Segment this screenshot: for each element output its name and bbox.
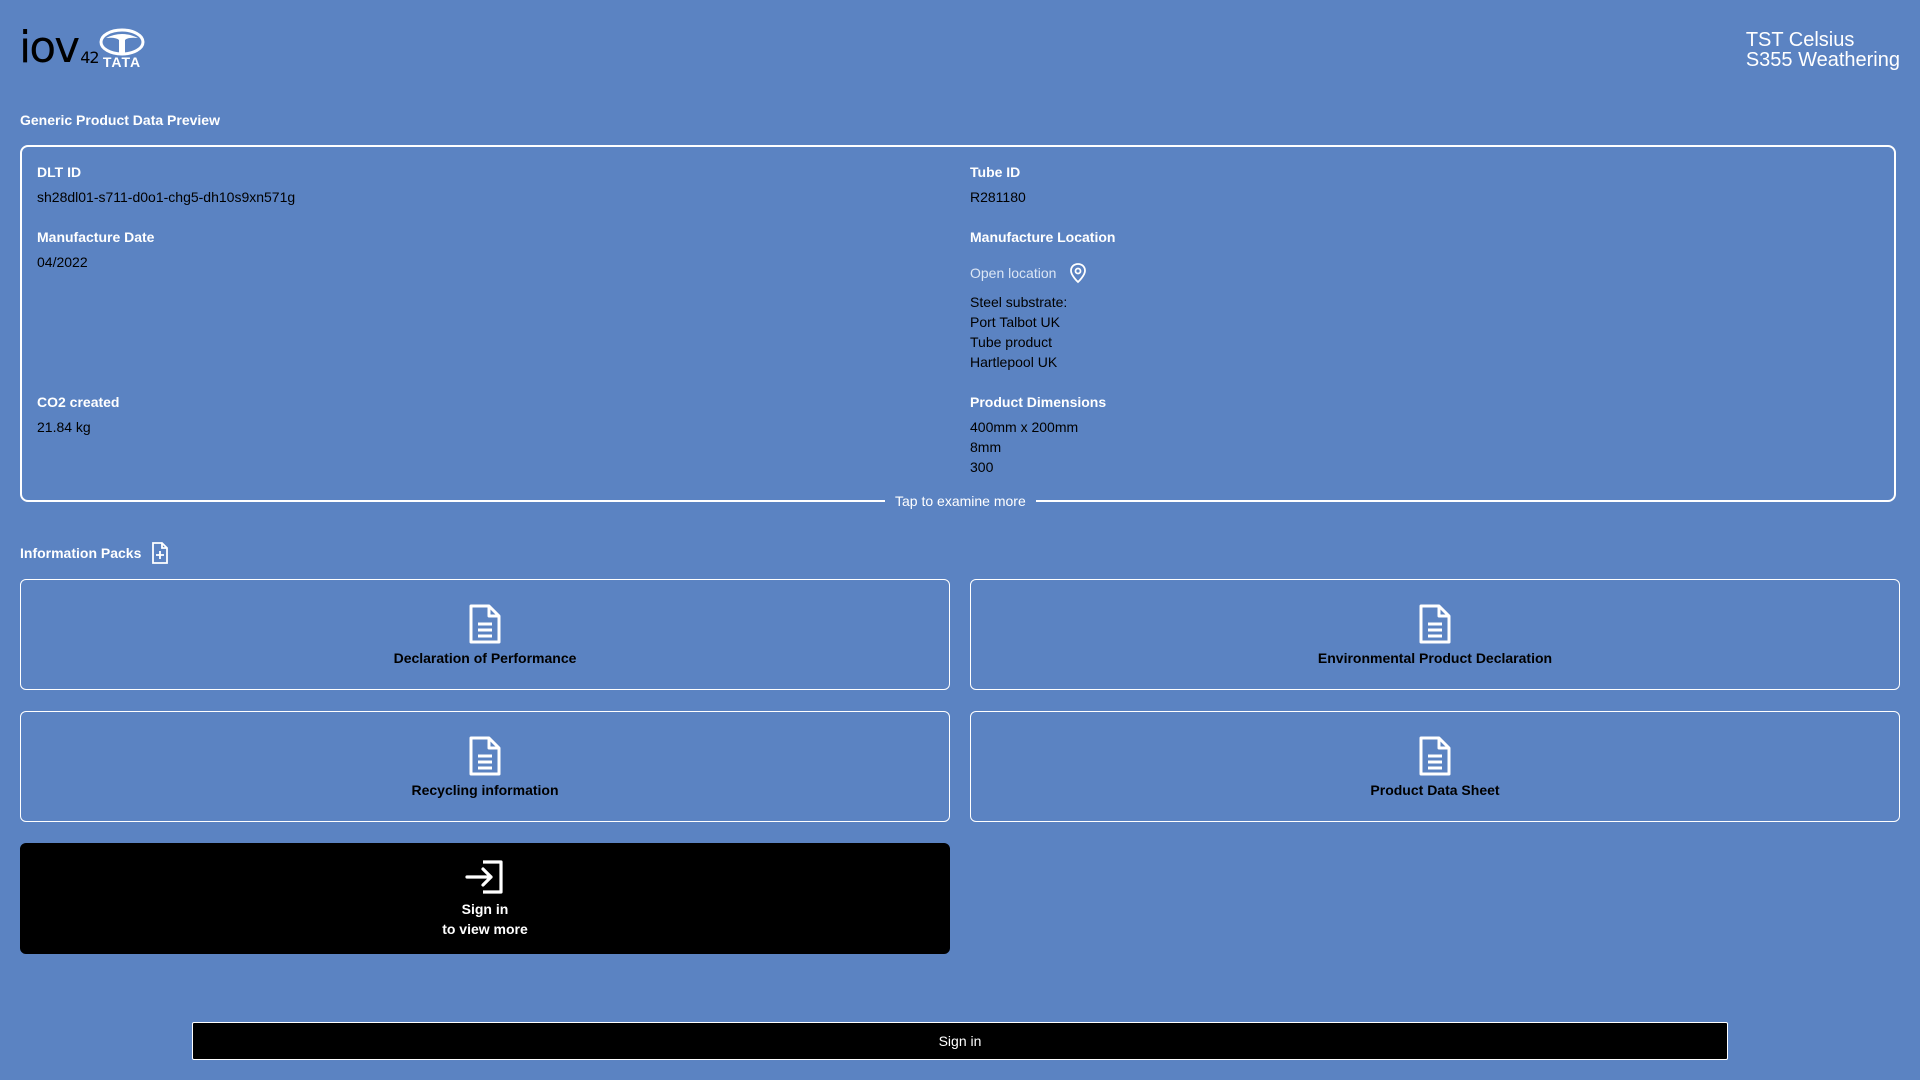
location-line: Steel substrate: <box>970 294 1068 310</box>
sign-in-card-label: Sign in to view more <box>442 899 528 939</box>
sign-in-button[interactable]: Sign in <box>192 1022 1728 1060</box>
dlt-id-label: DLT ID <box>37 164 82 180</box>
information-packs-header: Information Packs <box>20 542 169 564</box>
co2-value: 21.84 kg <box>37 419 91 435</box>
sign-in-to-view-more-card[interactable]: Sign in to view more <box>20 843 950 954</box>
pack-product-data-sheet[interactable]: Product Data Sheet <box>970 711 1900 822</box>
location-line: Tube product <box>970 334 1052 350</box>
open-location-link[interactable]: Open location <box>970 262 1088 284</box>
document-icon <box>469 604 501 643</box>
co2-label: CO2 created <box>37 394 120 410</box>
pack-environmental-product-declaration[interactable]: Environmental Product Declaration <box>970 579 1900 690</box>
tata-logo-text: TATA <box>102 54 142 70</box>
manufacture-location-label: Manufacture Location <box>970 229 1116 245</box>
manufacture-date-value: 04/2022 <box>37 254 88 270</box>
dimensions-label: Product Dimensions <box>970 394 1107 410</box>
document-icon <box>1419 604 1451 643</box>
document-icon <box>469 736 501 775</box>
pack-label: Recycling information <box>411 781 559 798</box>
tube-id-label: Tube ID <box>970 164 1021 180</box>
dimension-line: 8mm <box>970 439 1002 455</box>
login-icon <box>465 859 503 894</box>
sign-in-card-line1: Sign in <box>461 900 509 917</box>
dimension-line: 300 <box>970 459 994 475</box>
dlt-id-value: sh28dl01-s711-d0o1-chg5-dh10s9xn571g <box>37 189 296 205</box>
open-location-label: Open location <box>970 265 1057 281</box>
tap-to-examine-more[interactable]: Tap to examine more <box>885 493 1036 509</box>
pack-label: Declaration of Performance <box>393 649 577 666</box>
product-name-line2: S355 Weathering <box>1745 49 1900 71</box>
product-name: TST Celsius S355 Weathering <box>1746 30 1900 70</box>
pack-declaration-of-performance[interactable]: Declaration of Performance <box>20 579 950 690</box>
information-packs-title: Information Packs <box>20 545 142 561</box>
preview-title: Generic Product Data Preview <box>20 112 220 128</box>
pack-recycling-information[interactable]: Recycling information <box>20 711 950 822</box>
sign-in-card-line2: to view more <box>442 920 528 937</box>
location-line: Port Talbot UK <box>970 314 1061 330</box>
manufacture-date-label: Manufacture Date <box>37 229 155 245</box>
dimension-line: 400mm x 200mm <box>970 419 1079 435</box>
pack-label: Product Data Sheet <box>1370 781 1500 798</box>
product-preview-card[interactable] <box>20 145 1896 502</box>
product-name-line1: TST Celsius <box>1745 29 1855 51</box>
dimensions-values: 400mm x 200mm 8mm 300 <box>970 417 1078 477</box>
pack-label: Environmental Product Declaration <box>1317 649 1553 666</box>
iov42-logo: iov 42 <box>19 22 100 73</box>
document-icon <box>1419 736 1451 775</box>
location-line: Hartlepool UK <box>970 354 1058 370</box>
location-details: Steel substrate: Port Talbot UK Tube pro… <box>970 292 1067 372</box>
add-document-icon[interactable] <box>151 542 169 564</box>
tube-id-value: R281180 <box>970 189 1026 205</box>
location-pin-icon <box>1070 263 1087 284</box>
